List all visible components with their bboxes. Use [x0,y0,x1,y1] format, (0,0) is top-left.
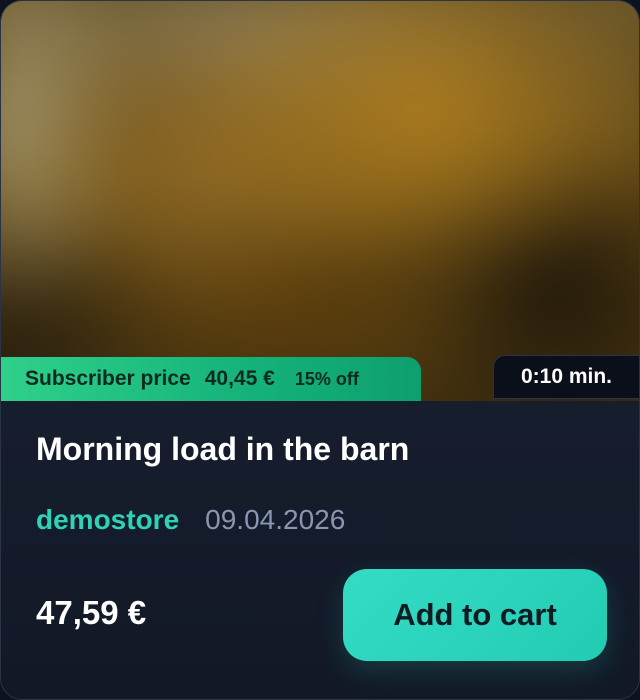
product-meta: demostore 09.04.2026 [36,504,345,536]
add-to-cart-button[interactable]: Add to cart [343,569,607,661]
video-thumbnail[interactable]: Subscriber price 40,45 € 15% off 0:10 mi… [1,1,639,401]
duration-text: 0:10 min. [520,365,613,388]
product-card[interactable]: Subscriber price 40,45 € 15% off 0:10 mi… [0,0,640,700]
duration-badge: 0:10 min. [493,355,639,399]
subscriber-price-badge: Subscriber price 40,45 € 15% off [1,357,421,401]
store-link[interactable]: demostore [36,504,179,536]
publish-date: 09.04.2026 [205,504,346,535]
product-price: 47,59 € [36,594,147,631]
subscriber-price-label: Subscriber price [25,367,191,390]
product-title[interactable]: Morning load in the barn [36,431,409,468]
discount-label: 15% off [294,368,359,389]
subscriber-price-value: 40,45 € [204,367,275,390]
thumbnail-image [1,1,639,401]
